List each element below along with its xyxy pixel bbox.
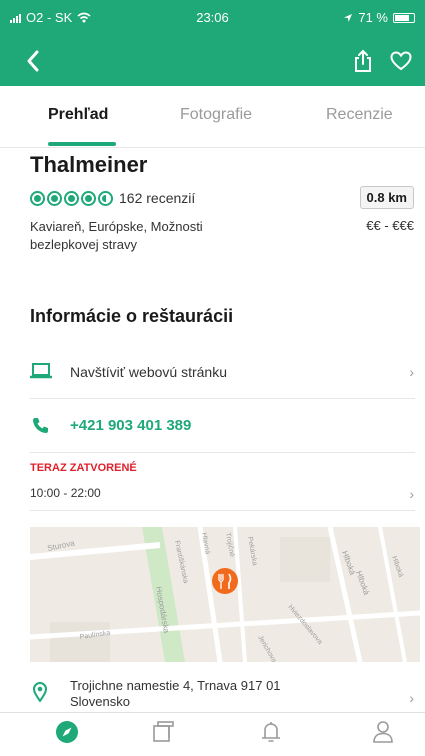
content-tabs: Prehľad Fotografie Recenzie [0,86,425,148]
location-arrow-icon [344,13,353,22]
phone-link[interactable]: +421 903 401 389 [30,414,414,438]
rating-bubble-icon [30,190,45,206]
tab-explore[interactable] [52,717,82,747]
phone-icon [33,418,48,433]
closed-status: TERAZ ZATVORENÉ [30,462,137,474]
tab-overview[interactable]: Prehľad [48,106,108,124]
favorite-button[interactable] [386,46,416,76]
restaurant-name: Thalmeiner [30,152,148,177]
status-bar: O2 - SK 23:06 71 % [0,0,425,36]
battery-percent: 71 % [358,10,388,25]
profile-icon [373,721,393,743]
rating-bubble-icon [64,190,79,206]
location-map[interactable]: Sturova Hospodárska Františkánska Hlavná… [30,527,420,662]
back-button[interactable] [18,46,48,76]
tab-reviews[interactable]: Recenzie [326,106,393,124]
rating-row[interactable]: 162 recenzií [30,190,195,206]
share-icon [355,49,371,72]
hours-text: 10:00 - 22:00 [30,486,101,500]
address-row[interactable]: Trojichne namestie 4, Trnava 917 01 Slov… [30,676,414,712]
battery-icon [393,12,415,23]
nav-bar [0,36,425,86]
heart-icon [390,51,412,71]
location-pin-icon [33,682,47,702]
chevron-right-icon: › [409,690,414,706]
address-text: Trojichne namestie 4, Trnava 917 01 Slov… [70,678,281,709]
chevron-right-icon: › [409,486,414,502]
rating-half-bubble-icon [98,190,113,206]
tab-photos[interactable]: Fotografie [180,106,252,124]
laptop-icon [30,363,52,379]
chevron-right-icon: › [409,364,414,380]
tab-trips[interactable] [148,717,178,747]
divider [30,452,415,453]
rating-bubble-icon [81,190,96,206]
trips-icon [153,721,174,742]
opening-hours[interactable]: TERAZ ZATVORENÉ 10:00 - 22:00 [30,462,414,502]
price-range: €€ - €€€ [366,218,414,233]
rating-bubble-icon [47,190,62,206]
chevron-left-icon [27,50,39,72]
tab-notifications[interactable] [256,717,286,747]
bottom-tab-bar [0,712,425,756]
active-tab-indicator [48,142,116,146]
distance-badge: 0.8 km [359,186,414,209]
map-pin-icon[interactable] [212,568,238,594]
notifications-icon [262,722,280,742]
phone-number: +421 903 401 389 [70,417,192,434]
tab-profile[interactable] [368,717,398,747]
compass-icon [56,721,78,743]
battery-status: 71 % [343,10,415,25]
divider [30,398,415,399]
website-link[interactable]: Navštíviť webovú stránku [30,360,414,384]
share-button[interactable] [348,46,378,76]
cuisine-list: Kaviareň, Európske, Možnosti bezlepkovej… [30,219,203,252]
website-label: Navštíviť webovú stránku [70,364,227,380]
divider [30,510,415,511]
review-count: 162 recenzií [119,190,196,206]
section-heading: Informácie o reštaurácii [30,306,234,326]
map-canvas: Sturova Hospodárska Františkánska Hlavná… [30,527,420,662]
